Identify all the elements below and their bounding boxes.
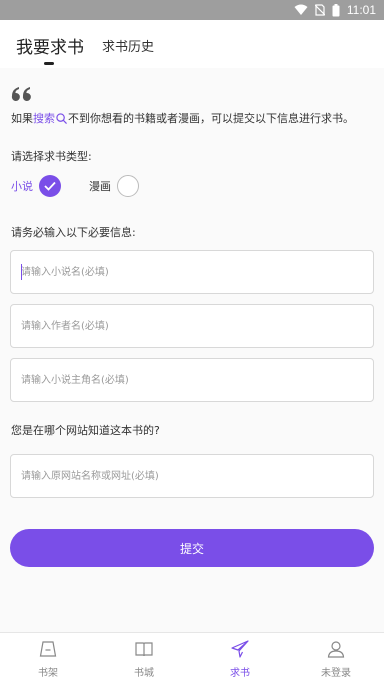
nav-label-request: 求书: [230, 668, 250, 679]
quote-icon: [11, 87, 31, 101]
wifi-icon: [294, 4, 308, 15]
protagonist-name-field[interactable]: [10, 358, 374, 402]
tab-request-history[interactable]: 求书历史: [102, 36, 154, 55]
unchecked-icon[interactable]: [117, 175, 139, 197]
source-site-field[interactable]: [10, 454, 374, 498]
type-option-comic-label: 漫画: [89, 180, 111, 193]
source-site-input[interactable]: [11, 455, 373, 497]
bookshelf-icon: [39, 641, 57, 657]
nav-item-request[interactable]: 求书: [192, 633, 288, 684]
source-label: 您是在哪个网站知道这本书的?: [11, 424, 160, 437]
user-icon: [327, 641, 345, 658]
battery-icon: [332, 3, 340, 16]
request-form: 如果 搜索 不到你想看的书籍或者漫画，可以提交以下信息进行求书。 请选择求书类型…: [0, 68, 384, 632]
text-cursor: [21, 264, 22, 280]
nav-label-bookstore: 书城: [134, 668, 154, 679]
clock: 11:01: [346, 3, 376, 17]
tab-request-book[interactable]: 我要求书: [16, 33, 84, 58]
nav-label-bookshelf: 书架: [38, 668, 58, 679]
no-sim-icon: [314, 4, 325, 16]
intro-suffix: 不到你想看的书籍或者漫画，可以提交以下信息进行求书。: [68, 112, 354, 125]
required-label: 请务必输入以下必要信息:: [11, 226, 136, 239]
nav-label-account: 未登录: [321, 668, 351, 679]
type-option-novel[interactable]: 小说: [11, 175, 61, 197]
bottom-nav: 书架 书城 求书 未登录: [0, 632, 384, 684]
paper-plane-icon: [231, 640, 249, 658]
status-bar: 11:01: [0, 0, 384, 20]
top-tab-bar: 我要求书 求书历史: [0, 20, 384, 68]
intro-text: 如果 搜索 不到你想看的书籍或者漫画，可以提交以下信息进行求书。: [11, 110, 354, 126]
type-option-novel-label: 小说: [11, 180, 33, 193]
novel-name-field[interactable]: [10, 250, 374, 294]
nav-item-bookstore[interactable]: 书城: [96, 633, 192, 684]
checked-icon[interactable]: [39, 175, 61, 197]
type-label: 请选择求书类型:: [11, 150, 92, 163]
nav-item-bookshelf[interactable]: 书架: [0, 633, 96, 684]
book-icon: [135, 642, 153, 657]
tab-indicator: [44, 62, 54, 65]
type-selector: 小说 漫画: [11, 175, 139, 197]
search-link[interactable]: 搜索: [33, 110, 55, 126]
intro-prefix: 如果: [11, 112, 33, 125]
nav-item-account[interactable]: 未登录: [288, 633, 384, 684]
protagonist-name-input[interactable]: [11, 359, 373, 401]
novel-name-input[interactable]: [11, 251, 373, 293]
submit-button[interactable]: 提交: [10, 529, 374, 567]
author-name-input[interactable]: [11, 305, 373, 347]
search-icon[interactable]: [56, 112, 67, 124]
author-name-field[interactable]: [10, 304, 374, 348]
type-option-comic[interactable]: 漫画: [89, 175, 139, 197]
